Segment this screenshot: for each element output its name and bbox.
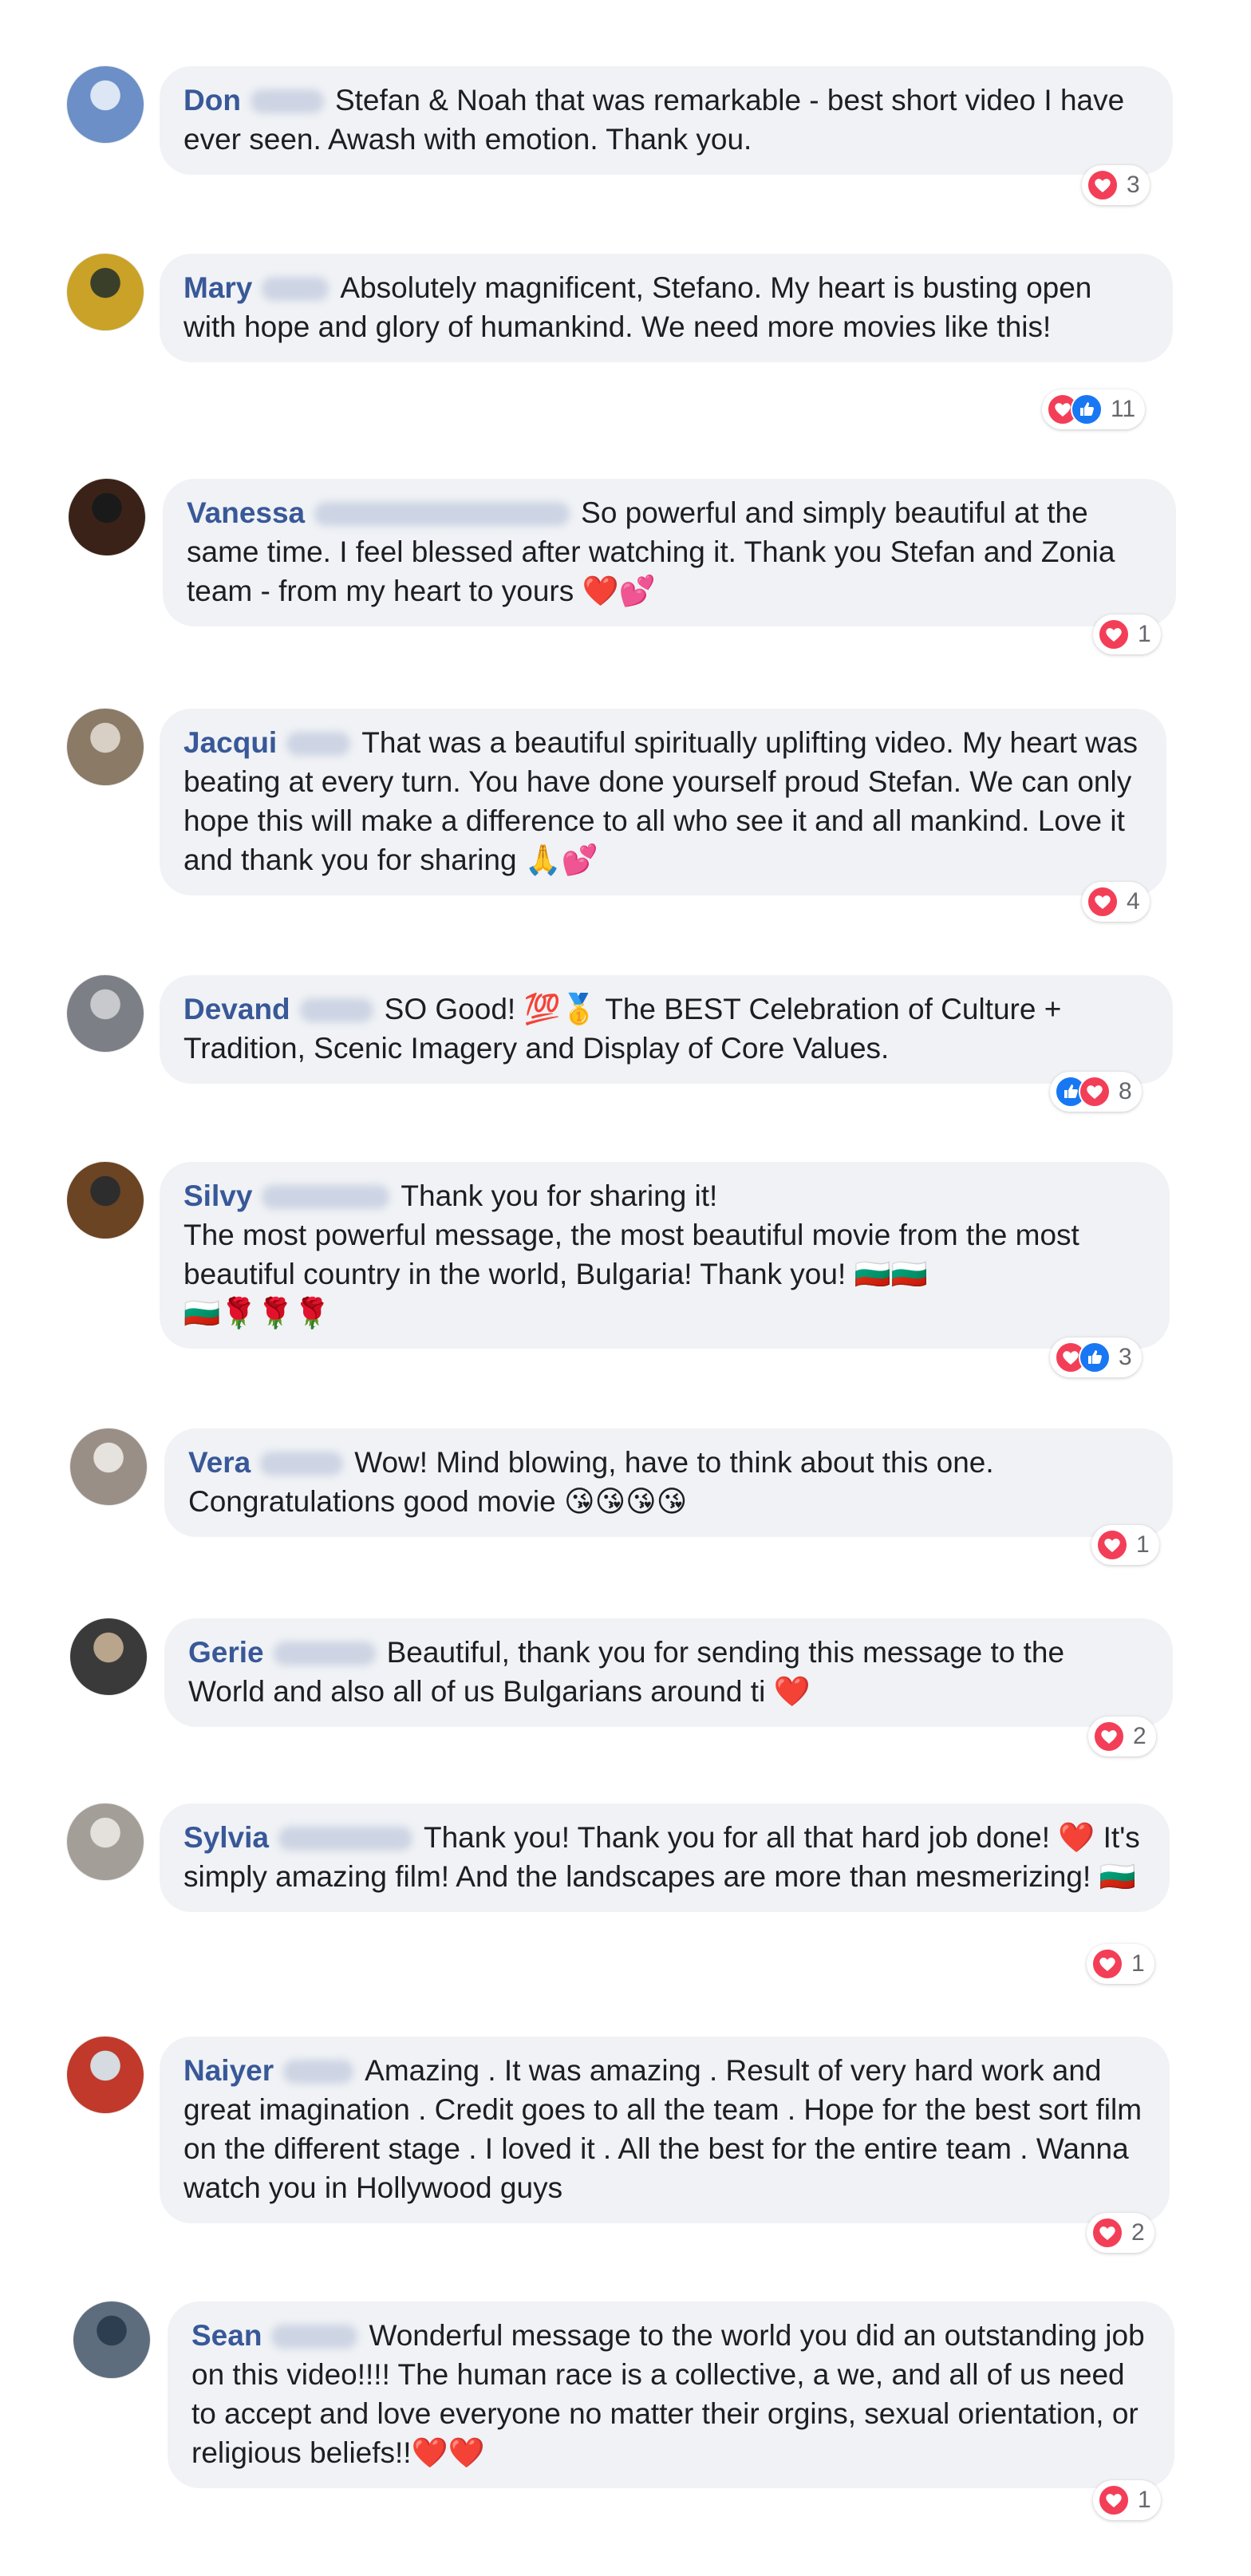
comment-bubble: Sean Wonderful message to the world you d… <box>168 2301 1174 2488</box>
avatar[interactable] <box>73 2301 150 2378</box>
commenter-name[interactable]: Silvy <box>184 1179 252 1212</box>
comment-bubble: Sylvia Thank you! Thank you for all that … <box>160 1804 1170 1912</box>
reaction-badge[interactable]: 3 <box>1082 165 1150 205</box>
reaction-count: 3 <box>1119 1344 1132 1370</box>
comment-bubble: Jacqui That was a beautiful spiritually u… <box>160 709 1166 895</box>
love-reaction-icon <box>1079 1076 1111 1108</box>
reaction-badge[interactable]: 1 <box>1091 1525 1159 1565</box>
reaction-badge[interactable]: 11 <box>1042 389 1146 429</box>
reaction-count: 1 <box>1138 621 1151 647</box>
reaction-count: 2 <box>1133 1723 1146 1749</box>
blurred-surname <box>262 1185 390 1209</box>
reaction-badge[interactable]: 1 <box>1093 2480 1161 2520</box>
avatar[interactable] <box>70 1618 147 1695</box>
blurred-surname <box>299 998 373 1022</box>
comment-bubble: Gerie Beautiful, thank you for sending th… <box>164 1618 1173 1727</box>
blurred-surname <box>262 277 330 301</box>
love-reaction-icon <box>1093 1721 1125 1752</box>
love-reaction-icon <box>1091 1948 1123 1980</box>
like-reaction-icon <box>1071 393 1103 425</box>
blurred-surname <box>250 89 324 113</box>
commenter-name[interactable]: Jacqui <box>184 726 277 759</box>
love-reaction-icon <box>1096 1529 1128 1561</box>
comment-bubble: Naiyer Amazing . It was amazing . Result … <box>160 2037 1170 2223</box>
reaction-count: 11 <box>1111 396 1136 422</box>
comment-bubble: Vera Wow! Mind blowing, have to think abo… <box>164 1428 1173 1537</box>
comment-bubble: Silvy Thank you for sharing it! The most … <box>160 1162 1170 1349</box>
blurred-surname <box>286 732 351 756</box>
reaction-badge[interactable]: 1 <box>1093 614 1161 654</box>
commenter-name[interactable]: Vera <box>188 1446 251 1479</box>
commenter-name[interactable]: Devand <box>184 993 290 1025</box>
reaction-badge[interactable]: 2 <box>1088 1717 1156 1756</box>
reaction-badge[interactable]: 1 <box>1087 1944 1154 1984</box>
commenter-name[interactable]: Naiyer <box>184 2054 274 2087</box>
reaction-count: 1 <box>1138 2487 1151 2513</box>
reaction-count: 1 <box>1136 1531 1150 1558</box>
commenter-name[interactable]: Don <box>184 84 241 117</box>
comment-bubble: Devand SO Good! 💯🥇 The BEST Celebration o… <box>160 975 1173 1084</box>
avatar[interactable] <box>67 2037 144 2113</box>
commenter-name[interactable]: Sylvia <box>184 1821 269 1854</box>
love-reaction-icon <box>1098 618 1130 650</box>
comment-bubble: Don Stefan & Noah that was remarkable - b… <box>160 66 1173 175</box>
blurred-surname <box>278 1827 412 1851</box>
commenter-name[interactable]: Vanessa <box>187 496 305 529</box>
comment-text: Stefan & Noah that was remarkable - best… <box>184 84 1125 156</box>
love-reaction-icon <box>1087 886 1119 918</box>
love-reaction-icon <box>1091 2217 1123 2249</box>
reaction-badge[interactable]: 3 <box>1050 1337 1142 1377</box>
reaction-count: 8 <box>1119 1078 1132 1104</box>
love-reaction-icon <box>1098 2484 1130 2516</box>
commenter-name[interactable]: Sean <box>191 2319 262 2352</box>
avatar[interactable] <box>70 1428 147 1505</box>
avatar[interactable] <box>67 1804 144 1880</box>
blurred-surname <box>273 1642 376 1665</box>
comment-bubble: Vanessa So powerful and simply beautiful … <box>163 479 1176 626</box>
reaction-count: 1 <box>1131 1950 1145 1977</box>
avatar[interactable] <box>67 1162 144 1239</box>
comment-bubble: Mary Absolutely magnificent, Stefano. My … <box>160 254 1173 362</box>
avatar[interactable] <box>67 254 144 330</box>
blurred-surname <box>283 2060 354 2084</box>
reaction-count: 2 <box>1131 2219 1145 2246</box>
avatar[interactable] <box>69 479 145 555</box>
avatar[interactable] <box>67 709 144 785</box>
avatar[interactable] <box>67 66 144 143</box>
reaction-count: 4 <box>1127 888 1140 915</box>
reaction-badge[interactable]: 4 <box>1082 882 1150 922</box>
reaction-badge[interactable]: 2 <box>1087 2213 1154 2253</box>
commenter-name[interactable]: Mary <box>184 271 252 304</box>
avatar[interactable] <box>67 975 144 1052</box>
love-reaction-icon <box>1087 169 1119 201</box>
blurred-surname <box>271 2325 358 2349</box>
blurred-surname <box>314 502 570 526</box>
blurred-surname <box>260 1452 344 1476</box>
reaction-badge[interactable]: 8 <box>1050 1072 1142 1112</box>
reaction-count: 3 <box>1127 172 1140 198</box>
commenter-name[interactable]: Gerie <box>188 1636 264 1669</box>
like-reaction-icon <box>1079 1341 1111 1373</box>
